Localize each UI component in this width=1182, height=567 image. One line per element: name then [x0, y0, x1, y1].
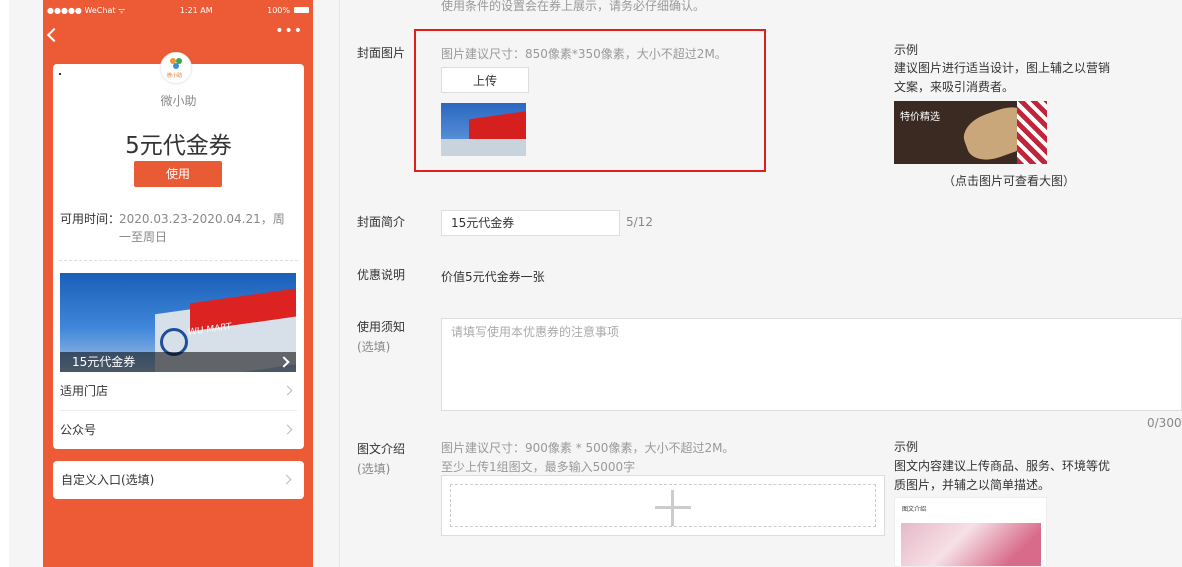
graphic-example-title: 示例 — [894, 440, 919, 454]
notice-optional: (选填) — [357, 340, 391, 354]
notice-label: 使用须知 (选填) — [357, 317, 405, 357]
cover-caption: 15元代金券 — [60, 352, 296, 372]
coupon-title: 5元代金券 — [125, 133, 232, 159]
applicable-stores-link[interactable]: 适用门店 — [60, 372, 297, 410]
official-account-label: 公众号 — [60, 423, 97, 437]
highlight-box — [414, 29, 766, 172]
status-time: 1:21 AM — [179, 5, 213, 15]
cover-caption-text: 15元代金券 — [72, 355, 136, 369]
battery-icon — [294, 7, 309, 13]
coupon-card: 微小助 微小助 5元代金券 使用 可用时间： 2020.03.23-2020.0… — [53, 52, 304, 449]
custom-entry-link[interactable]: 自定义入口(选填) — [53, 461, 304, 499]
summary-counter: 5/12 — [626, 215, 653, 229]
valid-time-value: 2020.03.23-2020.04.21，周一至周日 — [119, 212, 285, 244]
valid-time-label: 可用时间： — [60, 212, 121, 226]
graphic-intro-label-text: 图文介绍 — [357, 442, 406, 456]
add-graphic-button[interactable] — [441, 475, 885, 536]
example-image-text: 特价精选 — [900, 112, 940, 123]
custom-entry-label: 自定义入口(选填) — [61, 473, 155, 487]
decor-dot — [59, 73, 61, 75]
more-menu-icon[interactable]: ••• — [275, 23, 303, 39]
left-edge-strip — [0, 0, 9, 567]
use-coupon-button[interactable]: 使用 — [134, 161, 222, 187]
graphic-intro-label: 图文介绍 (选填) — [357, 439, 405, 479]
chevron-right-icon — [282, 385, 293, 396]
shop-logo-text: 微小助 — [167, 73, 183, 79]
phone-nav-bar: ••• — [43, 20, 313, 54]
dashed-divider — [59, 260, 298, 261]
graphic-example-image[interactable]: 图文介绍 — [894, 497, 1047, 567]
graphic-intro-optional: (选填) — [357, 462, 391, 476]
cover-image-preview[interactable]: WU MART 15元代金券 — [60, 273, 296, 372]
cover-example-title: 示例 — [894, 43, 919, 57]
plus-icon-vertical — [671, 490, 674, 526]
chevron-right-icon — [281, 474, 292, 485]
chevron-right-icon — [278, 356, 290, 368]
shop-name: 微小助 — [160, 94, 197, 108]
notice-textarea[interactable]: 请填写使用本优惠券的注意事项 — [441, 318, 1182, 411]
battery-percent: 100% — [267, 5, 290, 15]
graphic-example-desc: 图文内容建议上传商品、服务、环境等优质图片，并辅之以简单描述。 — [894, 459, 1111, 492]
cover-example-desc: 建议图片进行适当设计，图上辅之以营销文案，来吸引消费者。 — [894, 61, 1111, 94]
back-arrow-icon[interactable] — [46, 27, 62, 43]
coupon-form: 使用条件的设置会在券上展示，请务必仔细确认。 封面图片 图片建议尺寸：850像素… — [340, 0, 1182, 567]
discount-label: 优惠说明 — [357, 268, 406, 282]
cover-image-label: 封面图片 — [357, 46, 406, 60]
notice-label-text: 使用须知 — [357, 320, 406, 334]
summary-input[interactable]: 15元代金券 — [441, 210, 620, 236]
graphic-example-image-title: 图文介绍 — [902, 506, 927, 513]
summary-label: 封面简介 — [357, 215, 406, 229]
notice-counter: 0/300 — [1147, 416, 1182, 430]
chevron-right-icon — [282, 424, 293, 435]
applicable-stores-label: 适用门店 — [60, 384, 109, 398]
carrier-signal: ●●●●● WeChat ᯤ — [47, 5, 126, 15]
phone-preview: ●●●●● WeChat ᯤ 1:21 AM 100% ••• 微小助 微小助 … — [43, 0, 313, 567]
example-caption: （点击图片可查看大图） — [942, 174, 1075, 188]
status-bar: ●●●●● WeChat ᯤ 1:21 AM 100% — [43, 0, 313, 20]
cover-example-image[interactable]: 特价精选 — [894, 101, 1047, 164]
shop-logo: 微小助 — [160, 52, 192, 84]
graphic-hint-size: 图片建议尺寸：900像素 * 500像素，大小不超过2M。 — [441, 441, 735, 455]
discount-value: 价值5元代金券一张 — [441, 270, 545, 284]
graphic-hint-count: 至少上传1组图文，最多输入5000字 — [441, 460, 636, 474]
top-note: 使用条件的设置会在券上展示，请务必仔细确认。 — [441, 0, 706, 13]
official-account-link[interactable]: 公众号 — [60, 411, 297, 449]
